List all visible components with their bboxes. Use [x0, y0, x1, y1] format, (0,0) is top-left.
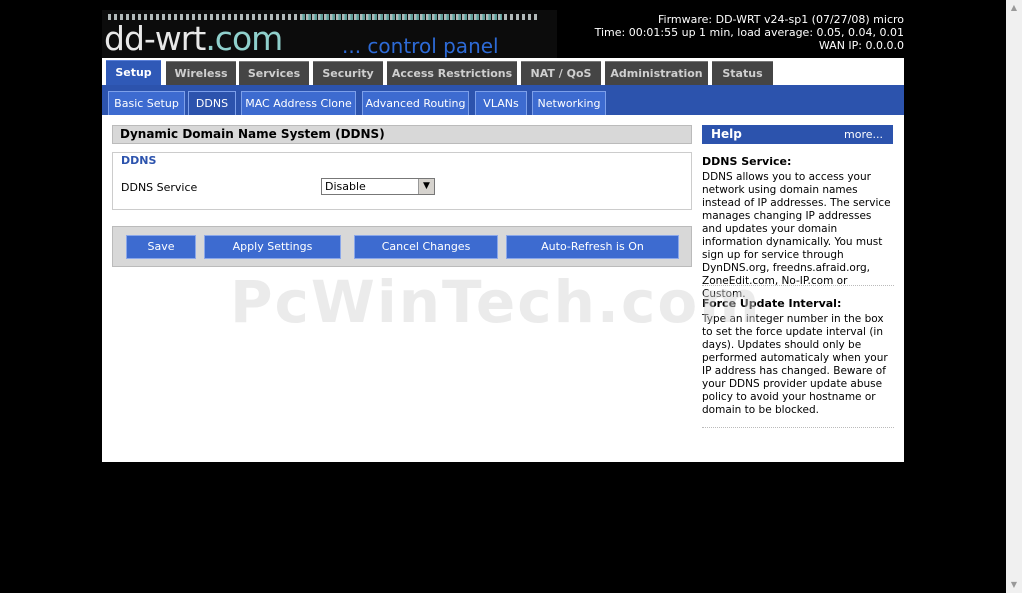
tab-wireless[interactable]: Wireless: [166, 61, 236, 85]
help-more-link[interactable]: more...: [844, 125, 883, 144]
tab-setup[interactable]: Setup: [106, 60, 161, 86]
ddns-legend: DDNS: [121, 154, 157, 167]
cancel-changes-button[interactable]: Cancel Changes: [354, 235, 498, 259]
scrollbar[interactable]: ▲ ▼: [1006, 0, 1022, 593]
logo-subtitle: ... control panel: [342, 34, 499, 58]
sub-tab-bar: Basic Setup DDNS MAC Address Clone Advan…: [102, 85, 904, 115]
help-title: Help: [711, 127, 742, 141]
help-separator: [702, 285, 894, 286]
tab-administration[interactable]: Administration: [605, 61, 708, 85]
logo-dots-teal: [302, 14, 502, 20]
firmware-text: Firmware: DD-WRT v24-sp1 (07/27/08) micr…: [657, 13, 904, 26]
header: dd-wrt.com ... control panel Firmware: D…: [102, 0, 904, 58]
tab-security[interactable]: Security: [313, 61, 383, 85]
ddns-fieldset: DDNS DDNS Service Disable ▼: [112, 152, 692, 210]
uptime-text: Time: 00:01:55 up 1 min, load average: 0…: [594, 26, 904, 39]
help-force-text: Type an integer number in the box to set…: [702, 313, 888, 416]
subtab-ddns[interactable]: DDNS: [188, 91, 236, 115]
tab-access-restrictions[interactable]: Access Restrictions: [387, 61, 517, 85]
scroll-down-icon[interactable]: ▼: [1006, 577, 1022, 593]
system-info: Firmware: DD-WRT v24-sp1 (07/27/08) micr…: [595, 13, 904, 52]
tab-services[interactable]: Services: [239, 61, 309, 85]
auto-refresh-button[interactable]: Auto-Refresh is On: [506, 235, 679, 259]
ddns-service-select[interactable]: Disable ▼: [321, 178, 435, 195]
help-header: Help more...: [702, 125, 893, 144]
subtab-networking[interactable]: Networking: [532, 91, 606, 115]
logo: dd-wrt.com ... control panel: [102, 10, 557, 58]
ddns-service-label: DDNS Service: [121, 181, 198, 194]
apply-settings-button[interactable]: Apply Settings: [204, 235, 341, 259]
help-ddns-text: DDNS allows you to access your network u…: [702, 171, 891, 300]
tab-nat-qos[interactable]: NAT / QoS: [521, 61, 601, 85]
section-title: Dynamic Domain Name System (DDNS): [112, 125, 692, 144]
subtab-mac-address-clone[interactable]: MAC Address Clone: [241, 91, 356, 115]
subtab-advanced-routing[interactable]: Advanced Routing: [362, 91, 469, 115]
dropdown-arrow-icon[interactable]: ▼: [418, 179, 434, 194]
button-bar: Save Apply Settings Cancel Changes Auto-…: [112, 226, 692, 267]
wan-ip-text: WAN IP: 0.0.0.0: [818, 39, 904, 52]
watermark: PcWinTech.com: [230, 268, 762, 336]
subtab-vlans[interactable]: VLANs: [475, 91, 527, 115]
ddns-service-value: Disable: [325, 180, 366, 193]
help-force-title: Force Update Interval:: [702, 297, 842, 310]
save-button[interactable]: Save: [126, 235, 196, 259]
tab-status[interactable]: Status: [712, 61, 773, 85]
help-ddns-title: DDNS Service:: [702, 155, 792, 168]
page: dd-wrt.com ... control panel Firmware: D…: [102, 0, 904, 462]
help-separator: [702, 427, 894, 428]
scroll-up-icon[interactable]: ▲: [1006, 0, 1022, 16]
logo-text: dd-wrt.com: [104, 19, 283, 58]
subtab-basic-setup[interactable]: Basic Setup: [108, 91, 185, 115]
